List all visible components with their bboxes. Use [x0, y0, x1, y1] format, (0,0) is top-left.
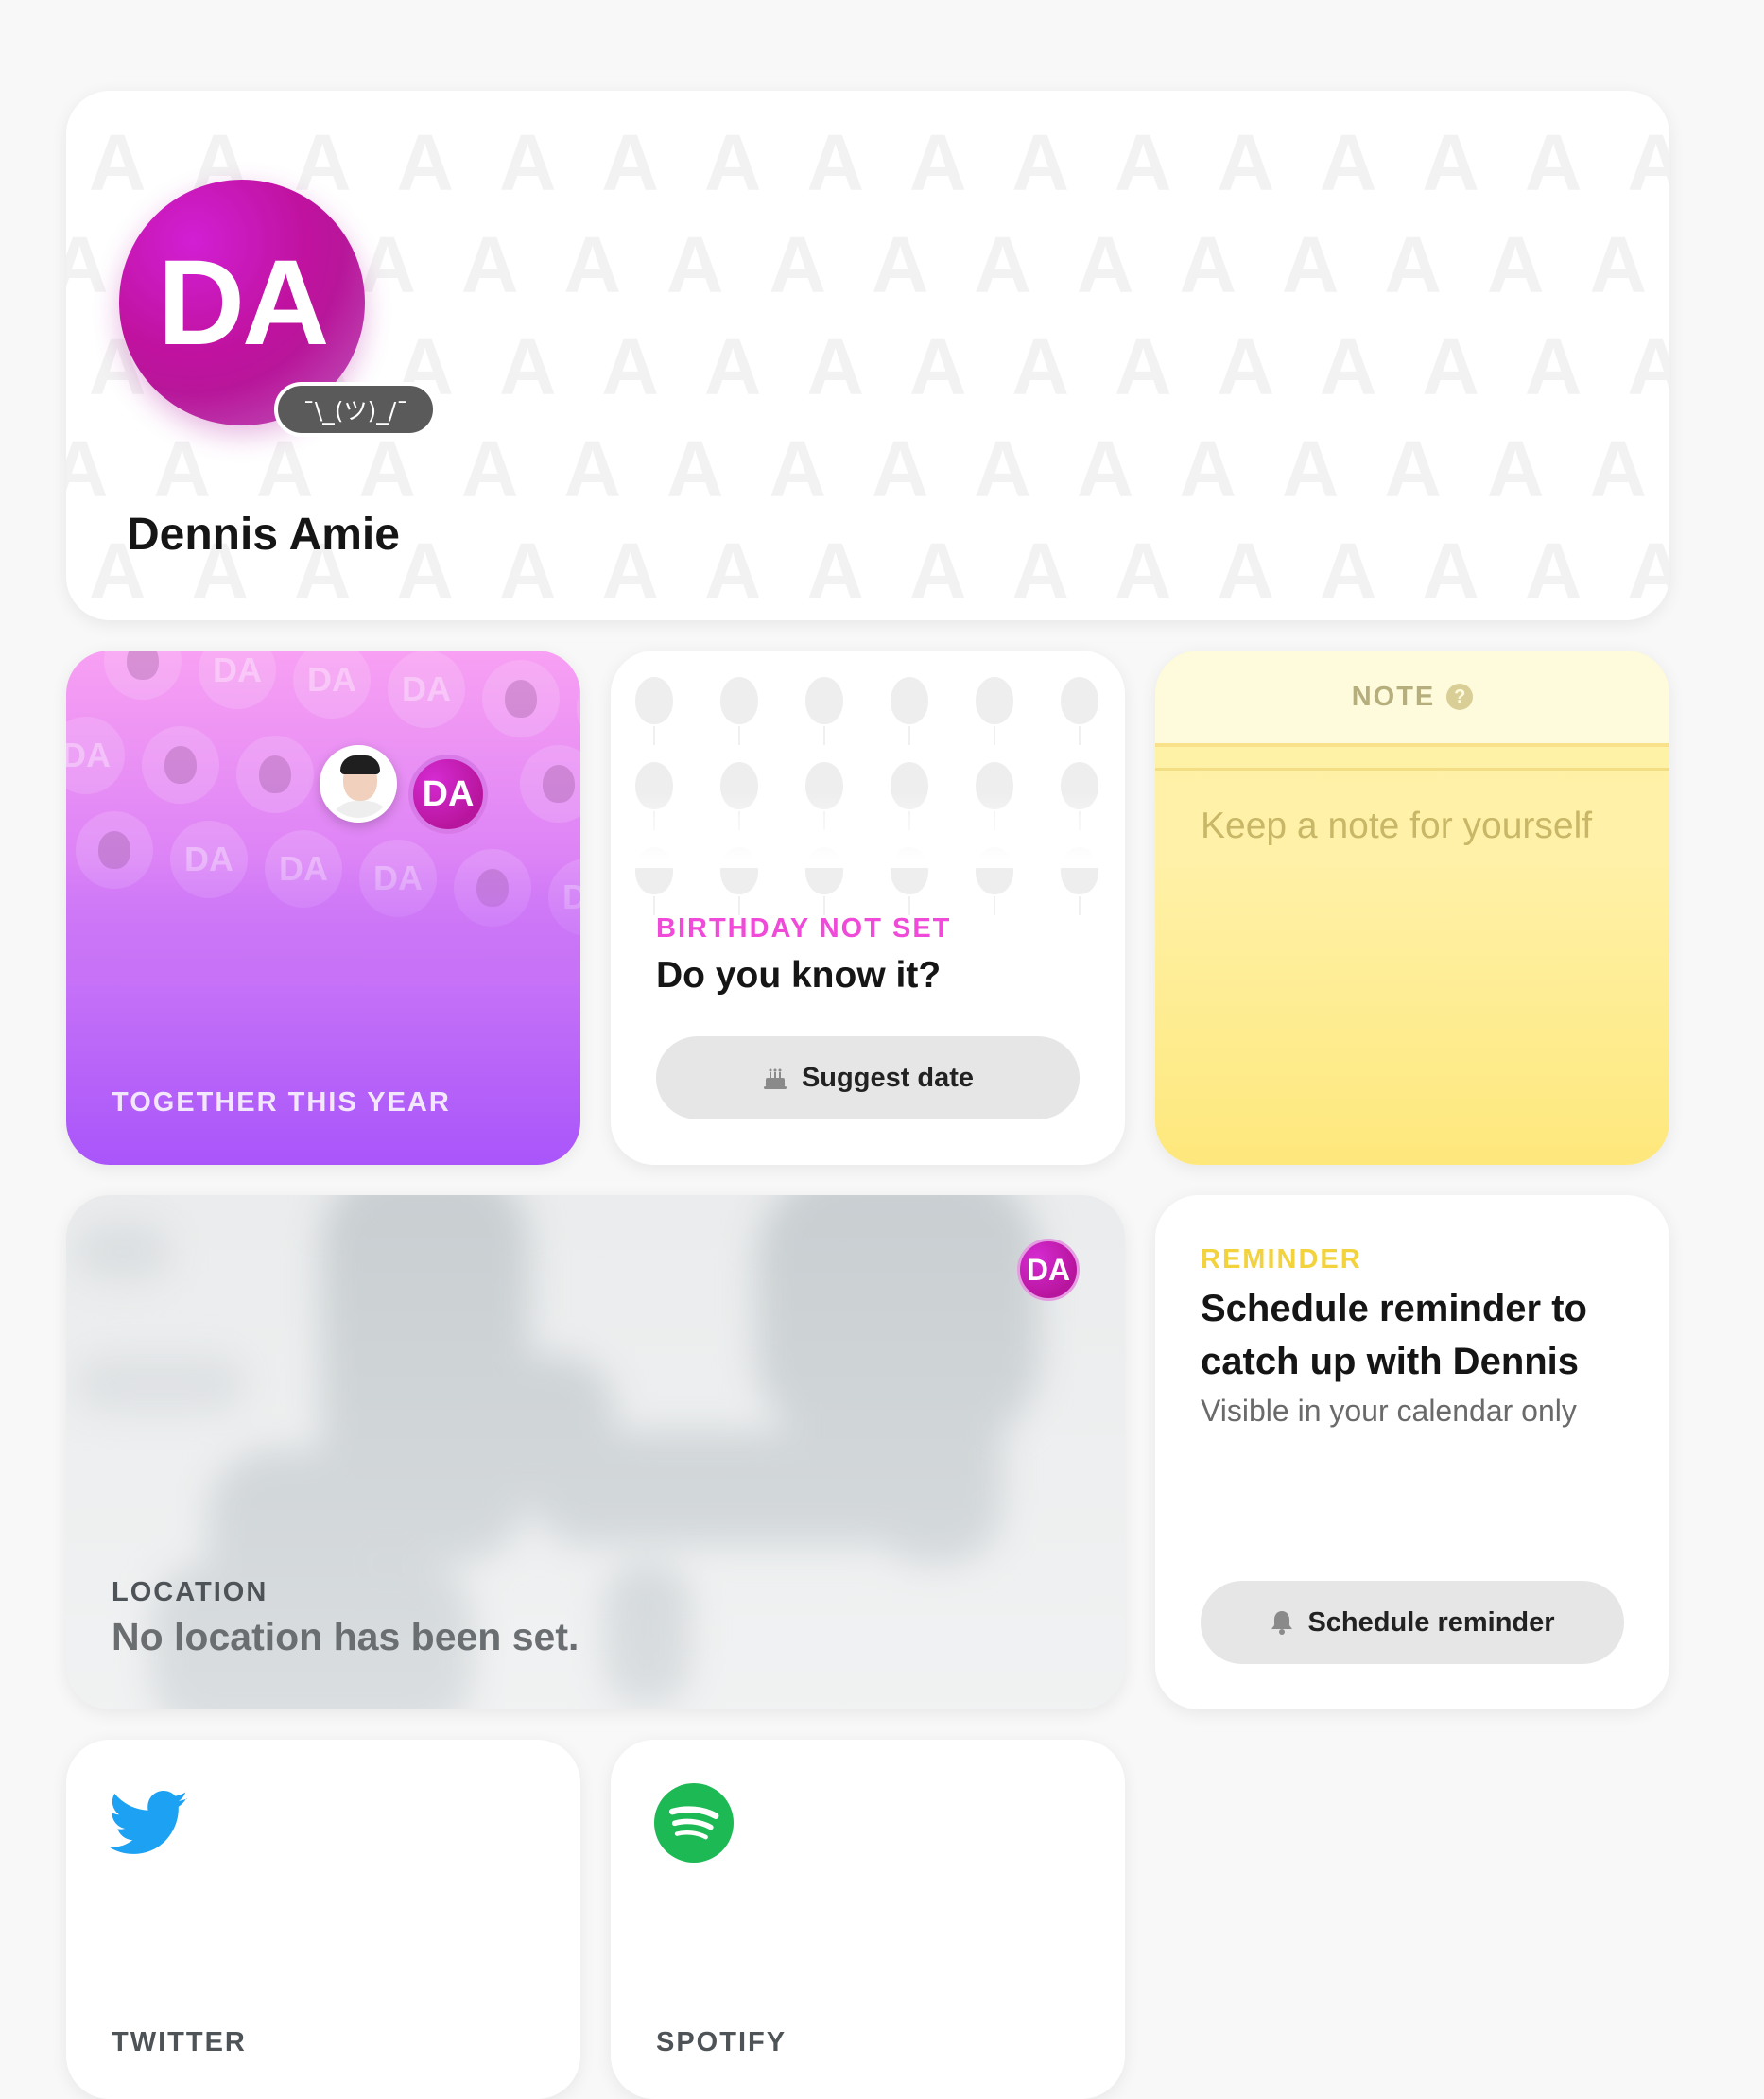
pattern-bubble: DA [388, 651, 465, 728]
balloon-shape [1061, 677, 1098, 745]
spotify-label: SPOTIFY [656, 2027, 787, 2057]
pattern-row: AAAAAAAAAAAAAAAAA [66, 425, 1648, 513]
question-circle-icon[interactable]: ? [1446, 684, 1474, 710]
reminder-card: REMINDER Schedule reminder to catch up w… [1155, 1195, 1669, 1709]
profile-card: AAAAAAAAAAAAAAAAAAAAAAAAAAAAAAAAAAAAAAAA… [66, 91, 1669, 620]
location-avatar: DA [1017, 1239, 1080, 1301]
balloon-shape [635, 677, 673, 745]
balloon-shape [976, 677, 1013, 745]
pattern-bubble: DA [293, 651, 371, 719]
twitter-icon [110, 1791, 188, 1854]
status-emoji-badge[interactable]: ¯\_(ツ)_/¯ [274, 382, 437, 437]
pattern-bubble [236, 736, 314, 813]
balloon-shape [805, 677, 843, 745]
pattern-bubble: DA [199, 651, 276, 709]
profile-name: Dennis Amie [127, 510, 400, 560]
location-value: No location has been set. [112, 1615, 579, 1658]
together-label: TOGETHER THIS YEAR [112, 1087, 451, 1118]
together-this-year-card[interactable]: DADADADADADADADADA DA TOGETHER THIS YEAR [66, 651, 580, 1165]
spotify-card[interactable]: SPOTIFY [611, 1740, 1125, 2099]
cake-icon [763, 1068, 787, 1089]
twitter-card[interactable]: TWITTER [66, 1740, 580, 2099]
reminder-subtitle: Visible in your calendar only [1201, 1394, 1577, 1428]
suggest-date-button[interactable]: Suggest date [656, 1036, 1080, 1119]
gradient-fade [611, 792, 1125, 868]
pattern-row: AAAAAAAAAAAAAAAAA [88, 118, 1669, 207]
my-photo-avatar [320, 745, 397, 823]
schedule-reminder-label: Schedule reminder [1307, 1606, 1555, 1638]
contact-avatar: DA [408, 755, 488, 834]
birthday-label: BIRTHDAY NOT SET [656, 913, 952, 944]
pattern-bubble [104, 651, 182, 700]
bell-icon [1271, 1611, 1293, 1635]
reminder-title: Schedule reminder to catch up with Denni… [1201, 1288, 1587, 1382]
note-label: NOTE [1351, 681, 1436, 712]
profile-avatar-initials: DA [157, 234, 330, 371]
pattern-bubble [520, 745, 580, 823]
birthday-card: BIRTHDAY NOT SET Do you know it? Suggest… [611, 651, 1125, 1165]
note-header: NOTE ? [1155, 651, 1669, 743]
balloon-shape [891, 677, 928, 745]
suggest-date-label: Suggest date [801, 1062, 975, 1093]
note-card: NOTE ? [1155, 651, 1669, 1165]
location-label: LOCATION [112, 1577, 268, 1607]
divider [1155, 743, 1669, 747]
balloon-shape [720, 677, 758, 745]
spotify-icon [654, 1783, 734, 1863]
schedule-reminder-button[interactable]: Schedule reminder [1201, 1581, 1624, 1664]
pattern-bubble: DA [66, 717, 125, 794]
pattern-bubble [482, 660, 560, 737]
gradient-fade [66, 859, 580, 981]
pattern-bubble: DA [577, 669, 580, 747]
note-input[interactable] [1201, 800, 1617, 1084]
reminder-label: REMINDER [1201, 1244, 1362, 1275]
location-card[interactable]: DA LOCATION No location has been set. [66, 1195, 1125, 1709]
pattern-bubble [142, 726, 219, 804]
birthday-question: Do you know it? [656, 955, 942, 996]
divider [1155, 768, 1669, 771]
twitter-label: TWITTER [112, 2027, 247, 2057]
